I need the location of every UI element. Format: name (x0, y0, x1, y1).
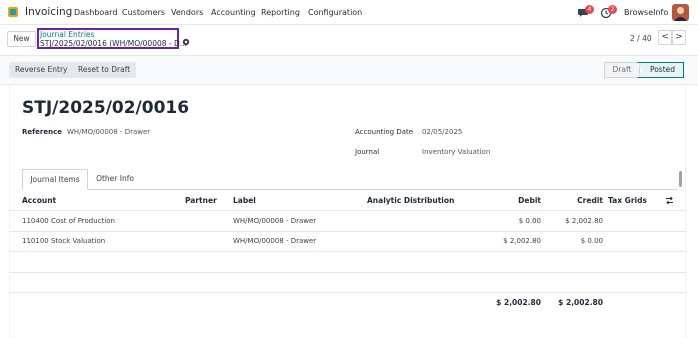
tab-other-info[interactable]: Other Info (89, 169, 141, 190)
header-divider (9, 210, 686, 211)
activities-badge: 2 (608, 5, 617, 14)
reference-label: Reference (22, 128, 63, 136)
menu-dashboard[interactable]: Dashboard (74, 8, 117, 17)
column-tax-grids[interactable]: Tax Grids (608, 196, 647, 205)
breadcrumb: Journal Entries STJ/2025/02/0016 (WH/MO/… (37, 28, 187, 49)
reset-to-draft-button[interactable]: Reset to Draft (72, 62, 137, 78)
journal-label: Journal (355, 148, 380, 156)
row-divider (9, 231, 686, 232)
journal-value[interactable]: Inventory Valuation (422, 148, 490, 156)
row1-label[interactable]: WH/MO/00008 - Drawer (233, 217, 316, 225)
row2-label[interactable]: WH/MO/00008 - Drawer (233, 237, 316, 245)
column-analytic-distribution[interactable]: Analytic Distribution (367, 196, 454, 205)
row2-debit[interactable]: $ 2,002.80 (490, 237, 541, 245)
column-debit[interactable]: Debit (500, 196, 541, 205)
new-button[interactable]: New (7, 31, 36, 47)
column-settings-icon[interactable] (665, 196, 674, 205)
menu-vendors[interactable]: Vendors (171, 8, 203, 17)
row-divider (9, 251, 686, 252)
totals-divider (9, 292, 686, 293)
tab-journal-items[interactable]: Journal Items (22, 169, 88, 190)
column-credit[interactable]: Credit (560, 196, 603, 205)
row2-account[interactable]: 110100 Stock Valuation (22, 237, 105, 245)
menu-customers[interactable]: Customers (122, 8, 165, 17)
total-credit: $ 2,002.80 (558, 298, 603, 307)
scrollbar[interactable] (679, 171, 682, 187)
invoicing-app-icon[interactable] (7, 6, 19, 18)
pager-next-button[interactable]: > (672, 30, 686, 45)
messages-badge: 4 (585, 5, 594, 14)
row1-debit[interactable]: $ 0.00 (490, 217, 541, 225)
accounting-date-label: Accounting Date (355, 128, 414, 136)
menu-reporting[interactable]: Reporting (261, 8, 300, 17)
column-account[interactable]: Account (22, 196, 56, 205)
menu-accounting[interactable]: Accounting (211, 8, 256, 17)
column-label[interactable]: Label (233, 196, 256, 205)
column-partner[interactable]: Partner (185, 196, 217, 205)
pager-value[interactable]: 2 / 40 (630, 34, 652, 43)
row-divider (9, 272, 686, 273)
gear-icon[interactable] (182, 38, 190, 46)
status-posted[interactable]: Posted (637, 62, 684, 78)
accounting-date-value[interactable]: 02/05/2025 (422, 128, 462, 136)
breadcrumb-journal-entries-link[interactable]: Journal Entries (40, 30, 94, 39)
status-draft[interactable]: Draft (604, 62, 640, 78)
total-debit: $ 2,002.80 (496, 298, 541, 307)
breadcrumb-current-record: STJ/2025/02/0016 (WH/MO/00008 - D... (40, 39, 187, 48)
row1-credit[interactable]: $ 2,002.80 (550, 217, 603, 225)
reference-value[interactable]: WH/MO/00008 - Drawer (67, 128, 150, 136)
row2-credit[interactable]: $ 0.00 (550, 237, 603, 245)
pager-previous-button[interactable]: < (658, 30, 672, 45)
user-avatar[interactable] (672, 4, 689, 21)
top-navbar: Invoicing Dashboard Customers Vendors Ac… (0, 0, 698, 25)
menu-configuration[interactable]: Configuration (308, 8, 362, 17)
row1-account[interactable]: 110400 Cost of Production (22, 217, 115, 225)
entry-title: STJ/2025/02/0016 (22, 98, 190, 118)
app-name[interactable]: Invoicing (25, 6, 72, 18)
reverse-entry-button[interactable]: Reverse Entry (9, 62, 74, 78)
company-switcher[interactable]: BrowseInfo (624, 8, 668, 17)
